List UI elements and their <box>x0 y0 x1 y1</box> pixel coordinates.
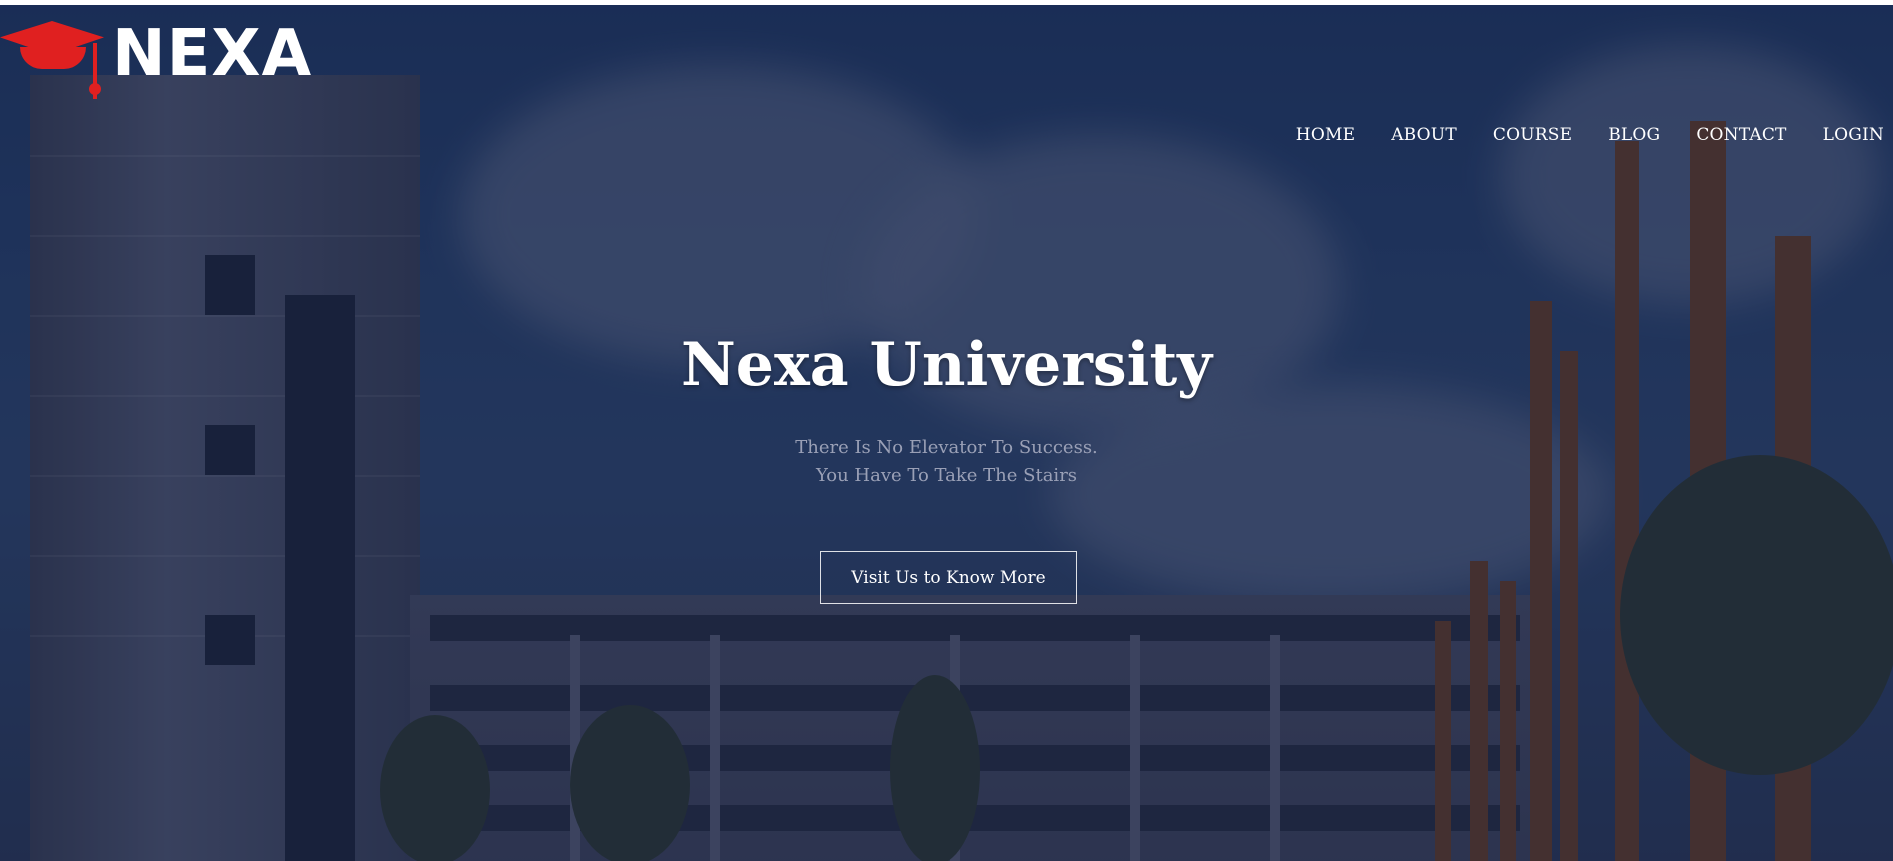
graduation-cap-icon <box>0 13 110 103</box>
nav-item-blog[interactable]: BLOG <box>1608 125 1660 145</box>
nav-item-contact[interactable]: CONTACT <box>1696 125 1786 145</box>
hero-subtitle-line-2: You Have To Take The Stairs <box>815 465 1078 486</box>
site-logo[interactable]: NEXA <box>0 13 312 103</box>
main-nav: HOME ABOUT COURSE BLOG CONTACT LOGIN <box>1296 125 1884 145</box>
visit-us-button[interactable]: Visit Us to Know More <box>820 551 1077 604</box>
hero-subtitle-line-1: There Is No Elevator To Success. <box>795 437 1098 458</box>
nav-item-home[interactable]: HOME <box>1296 125 1355 145</box>
logo-text: NEXA <box>112 17 313 91</box>
hero-title: Nexa University <box>680 330 1213 400</box>
nav-item-about[interactable]: ABOUT <box>1391 125 1457 145</box>
hero-section: NEXA HOME ABOUT COURSE BLOG CONTACT LOGI… <box>0 5 1893 861</box>
hero-subtitle: There Is No Elevator To Success. You Hav… <box>0 434 1893 490</box>
nav-item-course[interactable]: COURSE <box>1493 125 1572 145</box>
nav-item-login[interactable]: LOGIN <box>1823 125 1884 145</box>
